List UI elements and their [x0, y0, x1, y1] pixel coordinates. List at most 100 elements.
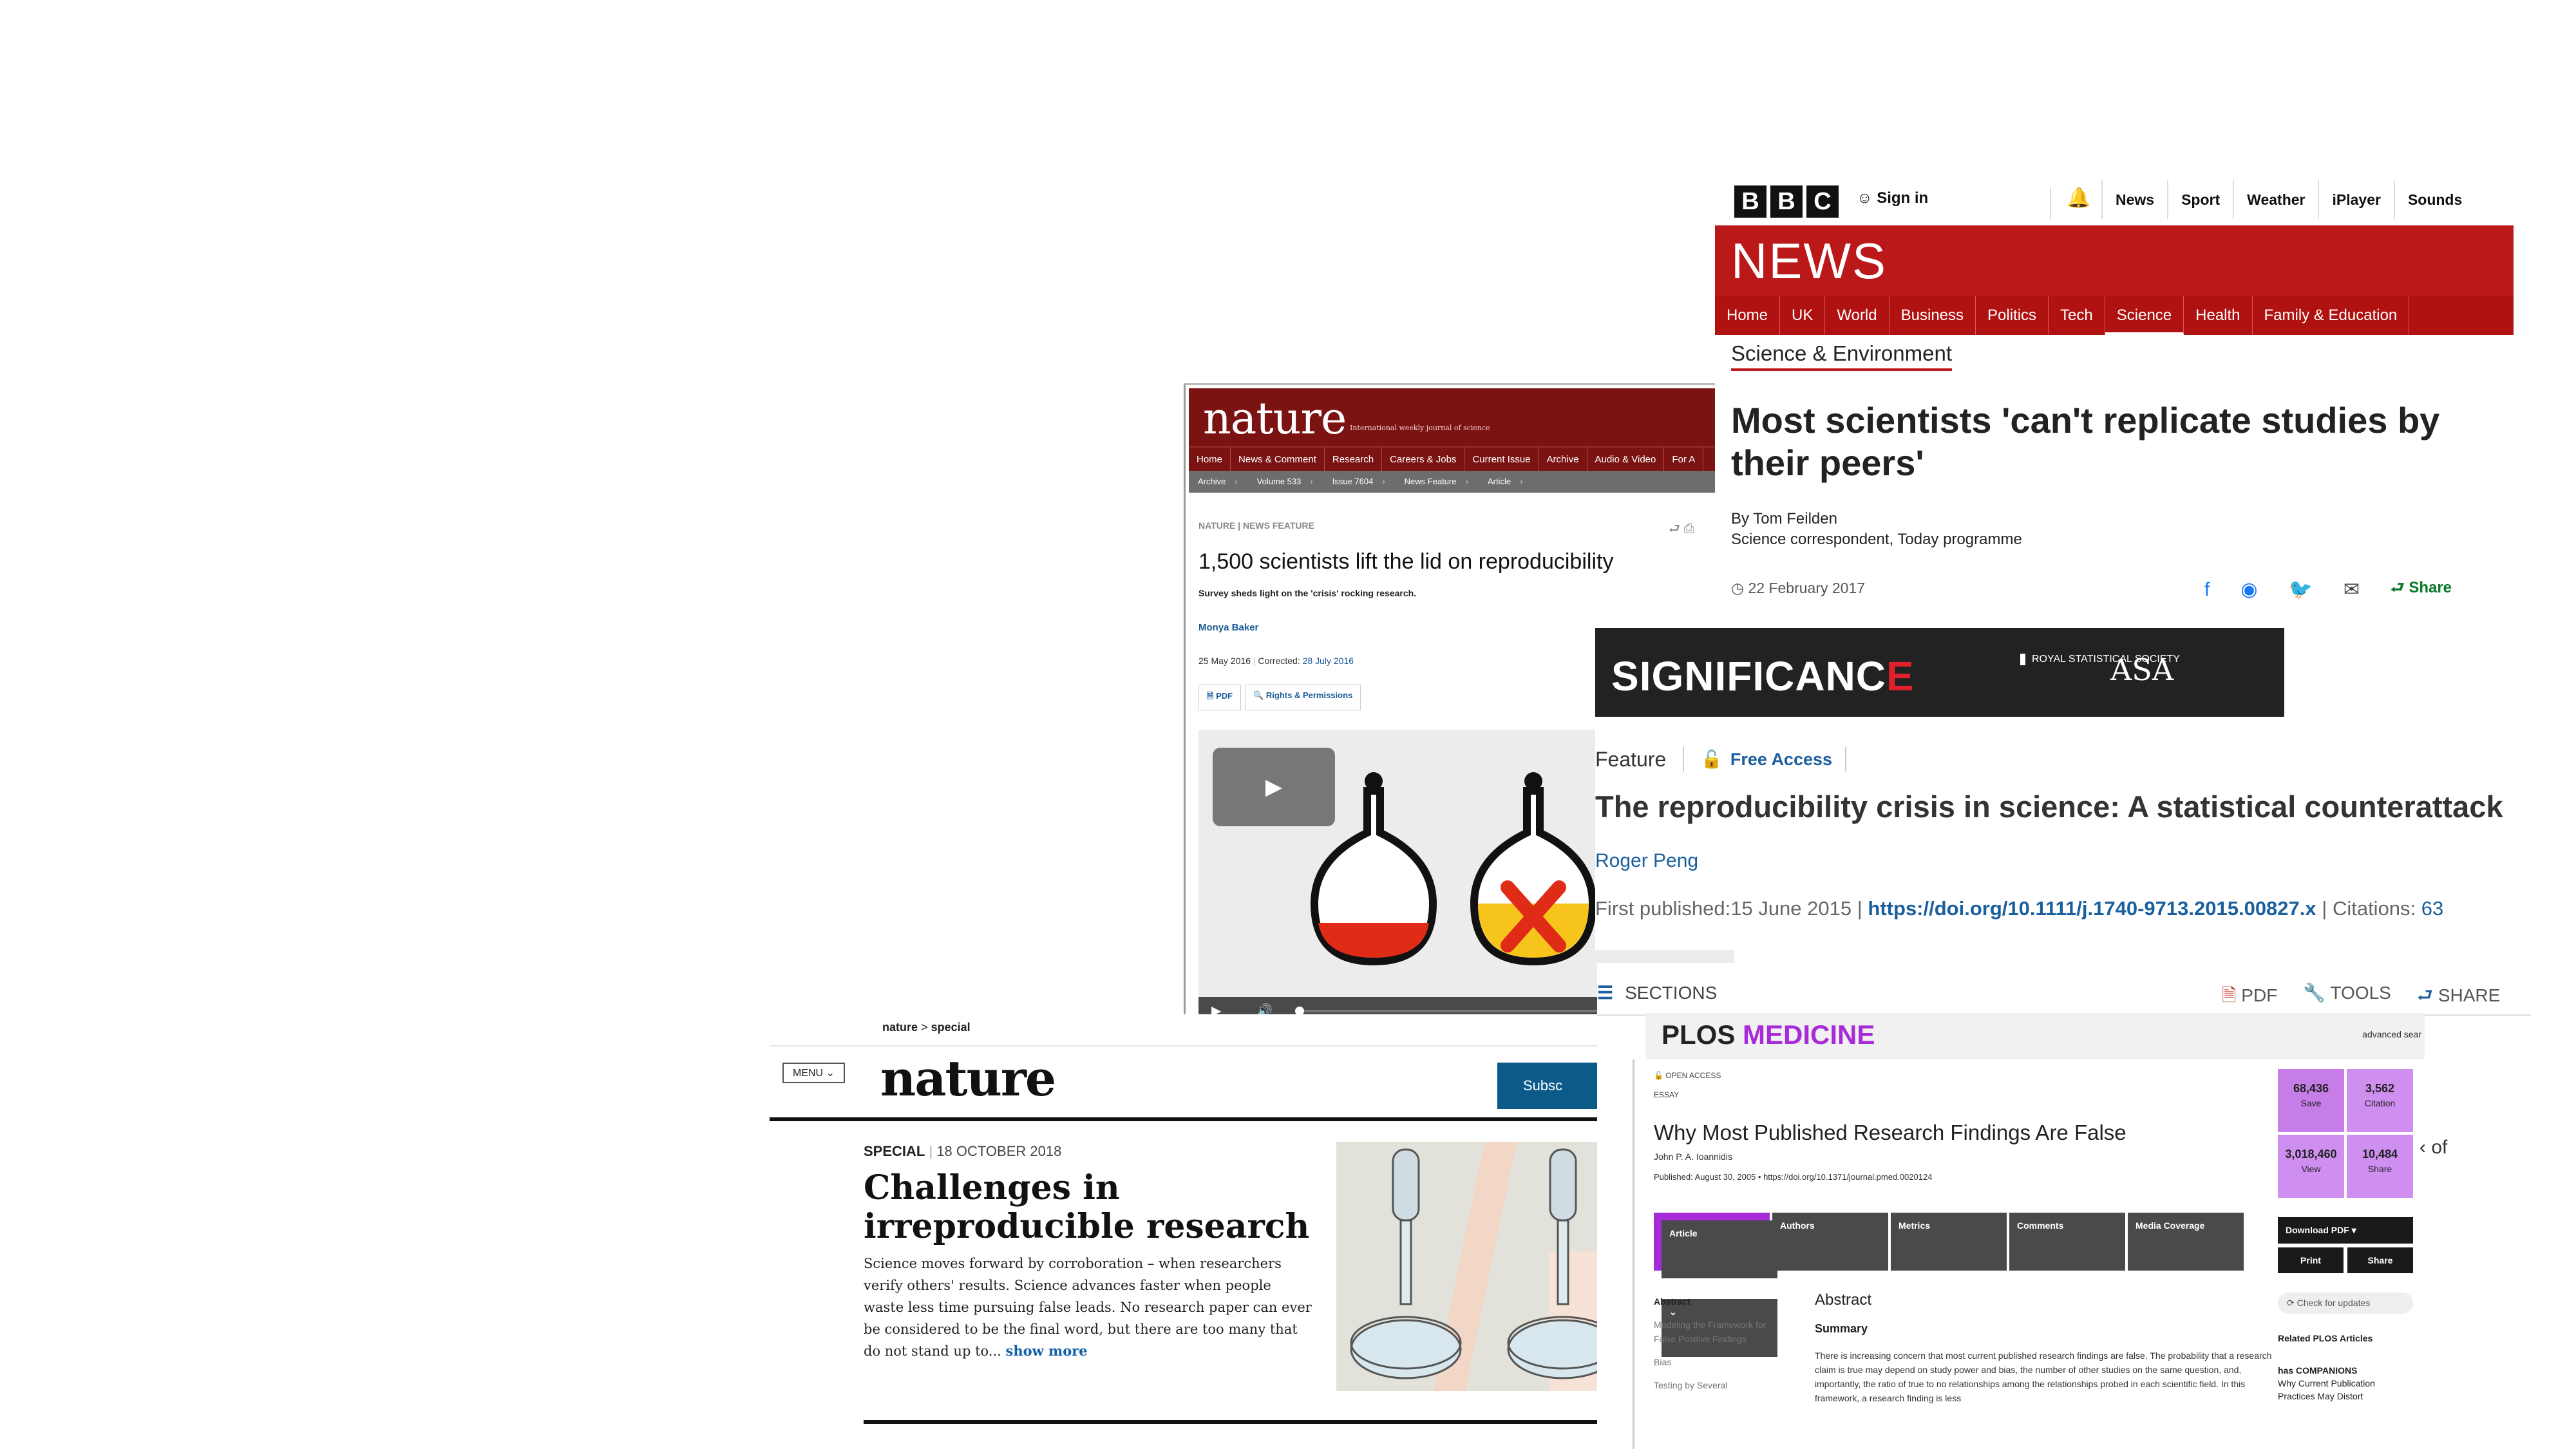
- author-link[interactable]: Roger Peng: [1595, 850, 1698, 872]
- top-nav-iplayer[interactable]: iPlayer: [2318, 180, 2393, 219]
- date-text: 22 February 2017: [1748, 580, 1866, 596]
- nav-tech[interactable]: Tech: [2049, 296, 2105, 335]
- crumb-separator: >: [921, 1021, 928, 1034]
- outline-abstract[interactable]: Abstract: [1654, 1294, 1783, 1309]
- pdf-icon: 🗎: [1207, 691, 1214, 701]
- metric-citation[interactable]: 3,562 Citation: [2347, 1069, 2413, 1132]
- published-info: Published: August 30, 2005 • https://doi…: [1654, 1172, 1933, 1182]
- metric-view[interactable]: 3,018,460 View: [2278, 1135, 2344, 1198]
- top-nav-sport[interactable]: Sport: [2167, 180, 2233, 219]
- metric-view-value: 3,018,460: [2285, 1148, 2337, 1160]
- rights-permissions-button[interactable]: 🔍 Rights & Permissions: [1245, 685, 1361, 710]
- nature-logo[interactable]: nature: [1203, 393, 1347, 444]
- outline-testing[interactable]: Testing by Several: [1654, 1378, 1783, 1392]
- metric-save[interactable]: 68,436 Save: [2278, 1069, 2344, 1132]
- tab-media-coverage[interactable]: Media Coverage: [2128, 1213, 2246, 1271]
- author-link[interactable]: Monya Baker: [1198, 622, 1258, 633]
- menu-button[interactable]: MENU ⌄: [782, 1063, 845, 1083]
- nav-current-issue[interactable]: Current Issue: [1464, 448, 1539, 472]
- tab-authors[interactable]: Authors: [1772, 1213, 1891, 1271]
- top-nav-weather[interactable]: Weather: [2233, 180, 2318, 219]
- asa-logo[interactable]: ASA: [2110, 652, 2174, 687]
- significance-logo[interactable]: SIGNIFICANCE: [1611, 652, 1915, 700]
- messenger-icon[interactable]: ◉: [2240, 578, 2257, 601]
- special-body: Science moves forward by corroboration –…: [864, 1253, 1314, 1362]
- metric-share-value: 10,484: [2362, 1148, 2398, 1160]
- crumb-archive[interactable]: Archive: [1189, 471, 1248, 493]
- sign-in-link[interactable]: ☺ Sign in: [1857, 189, 1928, 207]
- bbc-logo-b1: B: [1734, 185, 1766, 218]
- nav-home[interactable]: Home: [1715, 296, 1781, 335]
- bbc-logo[interactable]: B B C: [1734, 185, 1839, 218]
- share-bar: f ◉ 🐦 ✉ ⮐ Share: [2204, 576, 2452, 603]
- email-icon[interactable]: ✉: [2344, 578, 2360, 601]
- crumb-news-feature[interactable]: News Feature: [1396, 471, 1479, 493]
- nav-archive[interactable]: Archive: [1539, 448, 1587, 472]
- twitter-icon[interactable]: 🐦: [2289, 578, 2313, 601]
- download-pdf-button[interactable]: Download PDF ▾: [2278, 1217, 2413, 1244]
- nav-health[interactable]: Health: [2184, 296, 2253, 335]
- check-for-updates-button[interactable]: ⟳ Check for updates: [2278, 1293, 2413, 1314]
- sections-button[interactable]: ☰ SECTIONS: [1597, 982, 1717, 1003]
- plos-medicine-logo[interactable]: PLOS MEDICINE: [1662, 1019, 1875, 1050]
- section-label[interactable]: Science & Environment: [1731, 341, 1953, 371]
- tab-article[interactable]: Article ⌄: [1654, 1213, 1780, 1357]
- share-print-tools: ⮐ ⎙: [1669, 519, 1694, 541]
- doi-link[interactable]: https://doi.org/10.1111/j.1740-9713.2015…: [1868, 897, 2316, 920]
- notifications-bell-icon[interactable]: 🔔: [2050, 187, 2090, 219]
- metric-share[interactable]: 10,484 Share: [2347, 1135, 2413, 1198]
- tools-button[interactable]: 🔧 TOOLS: [2303, 982, 2391, 1013]
- corrected-date-link[interactable]: 28 July 2016: [1303, 656, 1354, 666]
- nav-business[interactable]: Business: [1889, 296, 1976, 335]
- print-button[interactable]: Print: [2278, 1247, 2344, 1273]
- logo-e: E: [1886, 653, 1915, 699]
- nav-family-education[interactable]: Family & Education: [2253, 296, 2410, 335]
- nav-for-authors[interactable]: For A: [1664, 448, 1704, 472]
- special-kicker: SPECIAL | 18 OCTOBER 2018: [864, 1143, 1062, 1159]
- crumb-nature[interactable]: nature: [882, 1021, 918, 1034]
- plos-sidebar-actions: Download PDF ▾ Print Share ⟳ Check for u…: [2278, 1217, 2413, 1403]
- print-share-row: Print Share: [2278, 1247, 2413, 1273]
- outline-modeling[interactable]: Modeling the Framework for False Positiv…: [1654, 1318, 1783, 1346]
- citations-count[interactable]: 63: [2421, 897, 2443, 920]
- nature-logo[interactable]: nature: [880, 1050, 1056, 1107]
- corrected-label: Corrected:: [1258, 656, 1300, 666]
- bbc-news-logo[interactable]: NEWS: [1731, 232, 1887, 290]
- outline-bias[interactable]: Bias: [1654, 1355, 1783, 1369]
- nav-science[interactable]: Science: [2105, 296, 2184, 335]
- share-button[interactable]: ⮐ SHARE: [2417, 982, 2500, 1013]
- pdf-button[interactable]: 🗎 PDF: [1198, 685, 1242, 710]
- crumb-issue[interactable]: Issue 7604: [1323, 471, 1396, 493]
- crumb-volume[interactable]: Volume 533: [1248, 471, 1323, 493]
- tab-comments[interactable]: Comments: [2009, 1213, 2128, 1271]
- nav-audio-video[interactable]: Audio & Video: [1587, 448, 1665, 472]
- pdf-button[interactable]: 🗎 PDF: [2222, 982, 2277, 1013]
- nav-careers[interactable]: Careers & Jobs: [1382, 448, 1465, 472]
- crumb-special[interactable]: special: [931, 1021, 971, 1034]
- companion-link[interactable]: Why Current Publication Practices May Di…: [2278, 1378, 2375, 1401]
- article-tabs: Article ⌄ Authors Metrics Comments Media …: [1654, 1213, 2246, 1357]
- advanced-search-link[interactable]: advanced sear: [2362, 1029, 2421, 1039]
- logo-main: SIGNIFICANC: [1611, 653, 1886, 699]
- top-nav-news[interactable]: News: [2101, 180, 2167, 219]
- facebook-icon[interactable]: f: [2204, 579, 2210, 601]
- nav-news-comment[interactable]: News & Comment: [1231, 448, 1325, 472]
- share-icon[interactable]: ⮐: [1669, 522, 1680, 536]
- menu-label: MENU: [793, 1068, 824, 1079]
- nav-home[interactable]: Home: [1189, 448, 1231, 472]
- share-button[interactable]: Share: [2347, 1247, 2413, 1273]
- crumb-article[interactable]: Article: [1479, 471, 1533, 493]
- nav-research[interactable]: Research: [1325, 448, 1383, 472]
- show-more-link[interactable]: show more: [1006, 1343, 1088, 1359]
- nav-world[interactable]: World: [1825, 296, 1889, 335]
- nav-uk[interactable]: UK: [1780, 296, 1826, 335]
- top-nav-sounds[interactable]: Sounds: [2393, 180, 2475, 219]
- tools-label: TOOLS: [2330, 983, 2391, 1003]
- refresh-icon: ⟳: [2287, 1298, 2295, 1308]
- article-dates: 25 May 2016 | Corrected: 28 July 2016: [1198, 656, 1354, 666]
- print-icon[interactable]: ⎙: [1684, 522, 1694, 536]
- share-button[interactable]: ⮐ Share: [2391, 576, 2452, 603]
- tab-metrics[interactable]: Metrics: [1891, 1213, 2009, 1271]
- nav-politics[interactable]: Politics: [1976, 296, 2049, 335]
- author-link[interactable]: John P. A. Ioannidis: [1654, 1151, 1732, 1162]
